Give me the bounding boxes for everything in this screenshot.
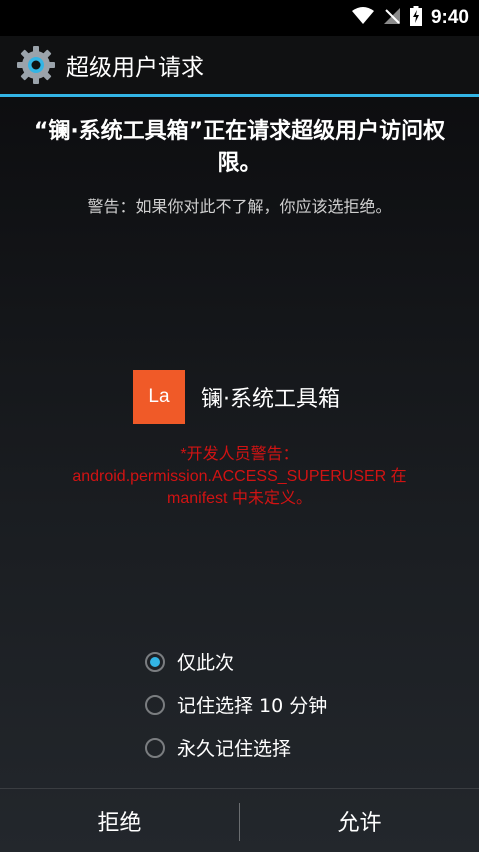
status-icons: 9:40 xyxy=(351,0,469,36)
warning-message: 警告：如果你对此不了解，你应该选拒绝。 xyxy=(87,197,392,216)
button-bar: 拒绝 允许 xyxy=(0,788,479,852)
radio-button-checked[interactable] xyxy=(145,651,165,672)
developer-warning-line: manifest 中未定义。 xyxy=(167,490,312,507)
requesting-app: La 镧·系统工具箱 xyxy=(133,370,340,424)
wifi-icon xyxy=(351,7,374,29)
option-label: 仅此次 xyxy=(177,652,235,674)
deny-button[interactable]: 拒绝 xyxy=(0,789,239,852)
developer-warning-line: android.permission.ACCESS_SUPERUSER 在 xyxy=(72,468,407,485)
status-time: 9:40 xyxy=(430,7,469,28)
option-label: 记住选择 10 分钟 xyxy=(177,695,328,717)
radio-button[interactable] xyxy=(145,737,165,758)
battery-charging-icon xyxy=(409,6,422,30)
developer-warning-line: *开发人员警告： xyxy=(180,446,299,463)
action-bar-divider xyxy=(0,94,479,97)
superuser-request-screen: 9:40 超级用户请求 “镧·系统工具箱”正在请求超级用户访问权限。 警告：如果… xyxy=(0,0,479,852)
remember-options: 仅此次 记住选择 10 分钟 永久记住选择 xyxy=(145,640,327,769)
option-remember-forever[interactable]: 永久记住选择 xyxy=(145,726,327,769)
status-bar: 9:40 xyxy=(0,0,479,36)
option-once[interactable]: 仅此次 xyxy=(145,640,327,683)
app-name: 镧·系统工具箱 xyxy=(201,387,340,412)
allow-button[interactable]: 允许 xyxy=(240,789,479,852)
signal-no-sim-icon xyxy=(383,7,401,29)
action-bar: 超级用户请求 xyxy=(0,36,479,94)
option-label: 永久记住选择 xyxy=(177,738,292,760)
developer-warning: *开发人员警告： android.permission.ACCESS_SUPER… xyxy=(20,444,459,510)
app-logo-icon: La xyxy=(133,370,185,424)
page-title: 超级用户请求 xyxy=(66,55,204,81)
radio-button[interactable] xyxy=(145,694,165,715)
request-message: “镧·系统工具箱”正在请求超级用户访问权限。 xyxy=(33,119,446,176)
gear-icon xyxy=(14,43,58,87)
option-remember-10-min[interactable]: 记住选择 10 分钟 xyxy=(145,683,327,726)
